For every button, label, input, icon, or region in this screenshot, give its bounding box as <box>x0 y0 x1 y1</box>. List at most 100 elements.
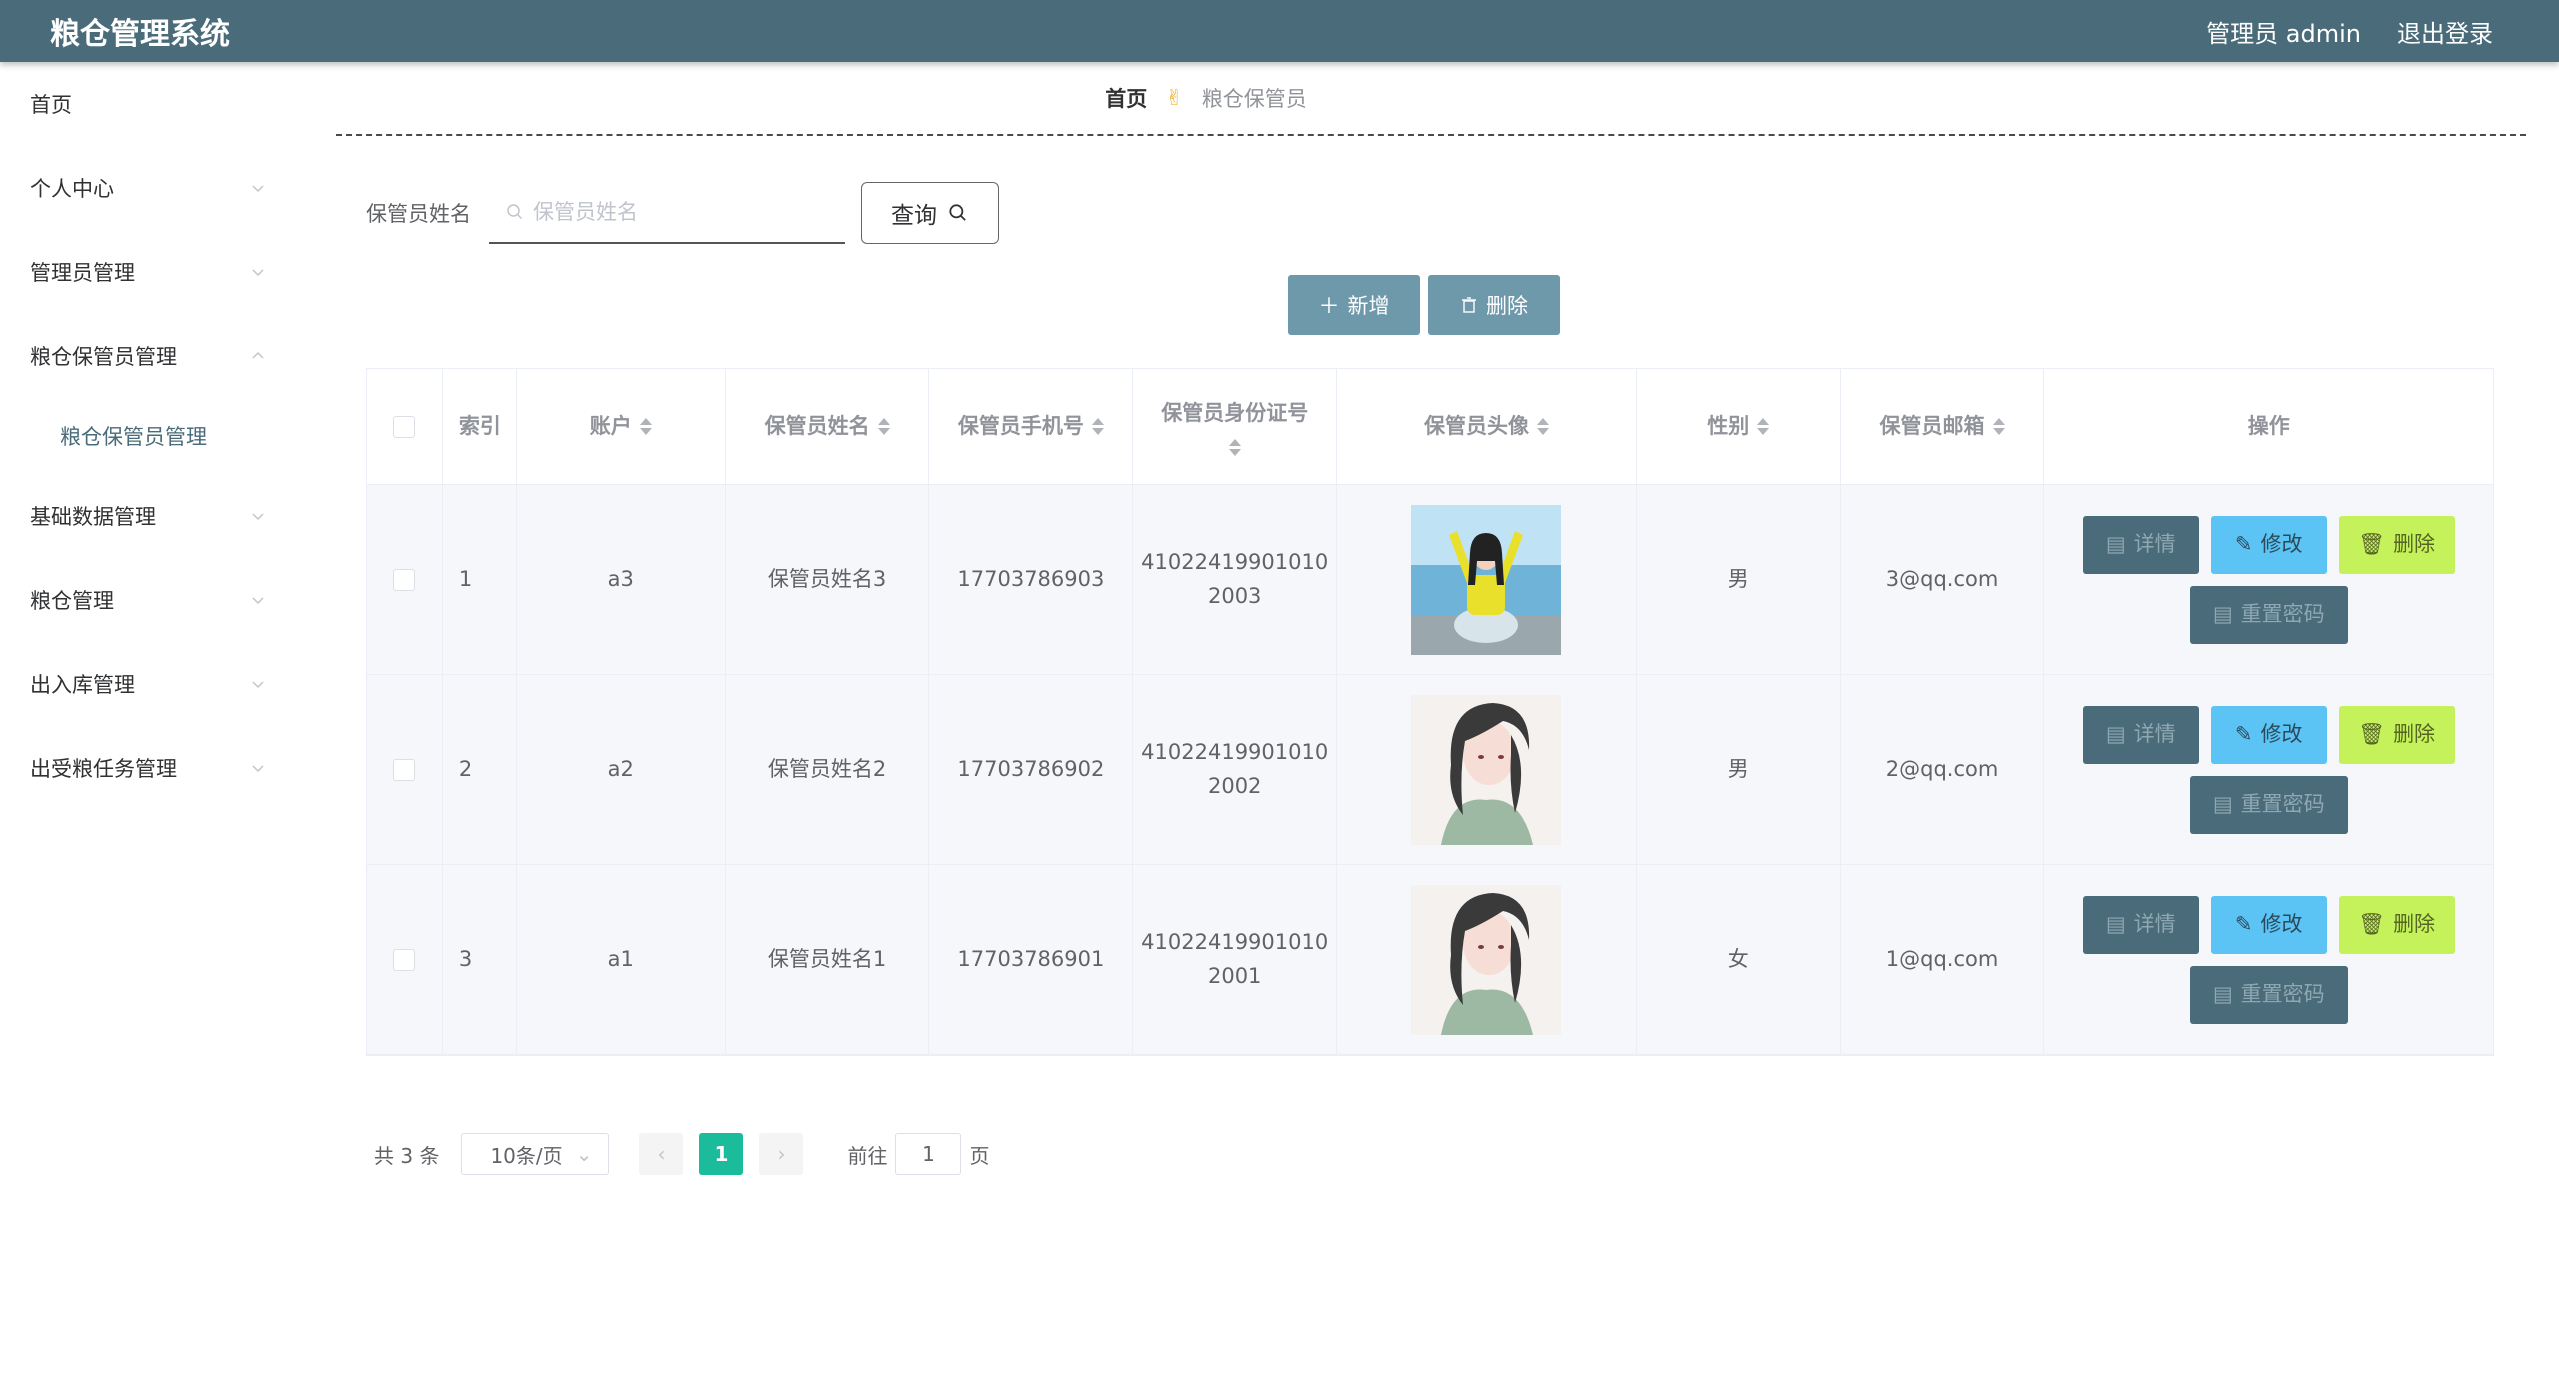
row-checkbox[interactable] <box>393 758 416 781</box>
chevron-up-icon <box>252 351 264 359</box>
avatar-image[interactable] <box>1411 884 1562 1035</box>
sidebar-item-label: 个人中心 <box>30 177 114 201</box>
header-label: 保管员姓名 <box>764 413 870 438</box>
id-line: 2001 <box>1207 963 1262 988</box>
row-checkbox[interactable] <box>393 948 416 971</box>
next-page-button[interactable]: › <box>759 1133 804 1175</box>
reset-password-button[interactable]: ▤ 重置密码 <box>2189 775 2348 834</box>
goto-label: 前往 <box>847 1143 888 1168</box>
button-label: 详情 <box>2133 531 2176 556</box>
row-checkbox-cell <box>367 485 443 674</box>
chevron-down-icon <box>252 185 264 193</box>
delete-button[interactable]: 🗑 删除 <box>2338 515 2455 574</box>
page-size-select[interactable]: 10条/页 ⌄ <box>461 1133 610 1175</box>
sort-icon[interactable] <box>1536 418 1549 435</box>
table-row: 3 a1 保管员姓名1 17703786901 41022419901010 20… <box>367 865 2493 1055</box>
sidebar-item-admin-management[interactable]: 管理员管理 <box>0 230 290 314</box>
sort-icon[interactable] <box>1992 418 2005 435</box>
detail-button[interactable]: ▤ 详情 <box>2082 895 2199 954</box>
add-button[interactable]: ＋ 新增 <box>1288 275 1420 335</box>
header-id-number[interactable]: 保管员身份证号 <box>1133 369 1338 484</box>
header-account[interactable]: 账户 <box>517 369 726 484</box>
logout-link[interactable]: 退出登录 <box>2397 14 2493 49</box>
table-row: 2 a2 保管员姓名2 17703786902 41022419901010 20… <box>367 675 2493 865</box>
sort-icon[interactable] <box>1091 418 1104 435</box>
edit-button[interactable]: ✎ 修改 <box>2210 895 2327 954</box>
sidebar-item-home[interactable]: 首页 <box>0 62 290 146</box>
goto-page-input[interactable]: 1 <box>895 1133 962 1175</box>
id-line: 41022419901010 <box>1141 549 1329 574</box>
sort-icon[interactable] <box>639 418 652 435</box>
page-suffix: 页 <box>969 1143 990 1168</box>
header-checkbox-cell <box>367 369 443 484</box>
header-phone[interactable]: 保管员手机号 <box>929 369 1134 484</box>
id-line: 2003 <box>1207 583 1262 608</box>
sidebar-item-basic-data[interactable]: 基础数据管理 <box>0 474 290 558</box>
sidebar-item-label: 出受粮任务管理 <box>30 757 177 781</box>
sidebar-item-label: 管理员管理 <box>30 261 135 285</box>
goto-page: 前往 1 页 <box>847 1133 989 1175</box>
batch-delete-button[interactable]: 删除 <box>1428 275 1560 335</box>
button-label: 删除 <box>2393 911 2436 936</box>
ops-row: ▤ 详情 ✎ 修改 🗑 删除 <box>2082 515 2455 574</box>
ops-row: ▤ 详情 ✎ 修改 🗑 删除 <box>2082 895 2455 954</box>
prev-page-button[interactable]: ‹ <box>639 1133 684 1175</box>
avatar-image[interactable] <box>1411 504 1562 655</box>
trash-icon: 🗑 <box>2358 911 2386 936</box>
cell-avatar <box>1337 865 1637 1054</box>
edit-button[interactable]: ✎ 修改 <box>2210 515 2327 574</box>
top-bar: 粮仓管理系统 管理员 admin 退出登录 <box>0 0 2559 62</box>
sort-icon[interactable] <box>1757 418 1770 435</box>
select-all-checkbox[interactable] <box>393 415 416 438</box>
header-name[interactable]: 保管员姓名 <box>726 369 930 484</box>
delete-button[interactable]: 🗑 删除 <box>2338 705 2455 764</box>
header-gender[interactable]: 性别 <box>1637 369 1841 484</box>
button-label: 详情 <box>2133 721 2176 746</box>
reset-password-button[interactable]: ▤ 重置密码 <box>2189 965 2348 1024</box>
header-operations: 操作 <box>2247 413 2290 438</box>
cell-id-number: 41022419901010 2003 <box>1133 485 1338 674</box>
search-label: 保管员姓名 <box>366 202 471 226</box>
header-label: 保管员头像 <box>1423 413 1529 438</box>
cell-index: 1 <box>443 485 517 674</box>
breadcrumb-home[interactable]: 首页 <box>1105 83 1147 113</box>
avatar-image[interactable] <box>1411 694 1562 845</box>
delete-button[interactable]: 🗑 删除 <box>2338 895 2455 954</box>
row-checkbox-cell <box>367 865 443 1054</box>
detail-button[interactable]: ▤ 详情 <box>2082 705 2199 764</box>
row-checkbox[interactable] <box>393 568 416 591</box>
sidebar-item-personal-center[interactable]: 个人中心 <box>0 146 290 230</box>
page-size-value: 10条/页 <box>490 1143 563 1168</box>
sidebar-item-label: 出入库管理 <box>30 673 135 697</box>
cell-gender: 男 <box>1637 485 1841 674</box>
trash-icon: 🗑 <box>2358 721 2386 746</box>
query-button[interactable]: 查询 <box>861 182 999 244</box>
button-label: 修改 <box>2260 721 2303 746</box>
sidebar-item-granary[interactable]: 粮仓管理 <box>0 558 290 642</box>
table-row: 1 a3 保管员姓名3 17703786903 41022419901010 20… <box>367 485 2493 675</box>
header-label: 账户 <box>589 413 632 438</box>
header-avatar[interactable]: 保管员头像 <box>1337 369 1637 484</box>
total-count: 共 3 条 <box>374 1143 440 1168</box>
pagination: 共 3 条 10条/页 ⌄ ‹ 1 › 前往 1 页 <box>374 1133 989 1175</box>
search-icon <box>949 204 966 221</box>
header-label: 保管员邮箱 <box>1879 413 1985 438</box>
chevron-down-icon <box>252 269 264 277</box>
chevron-down-icon <box>252 597 264 605</box>
sidebar-item-keeper-management[interactable]: 粮仓保管员管理 <box>0 314 290 398</box>
sort-icon[interactable] <box>1228 438 1241 456</box>
cell-id-number: 41022419901010 2001 <box>1133 865 1338 1054</box>
page-number-current[interactable]: 1 <box>699 1133 744 1175</box>
cell-email: 3@qq.com <box>1841 485 2045 674</box>
header-email[interactable]: 保管员邮箱 <box>1841 369 2045 484</box>
sidebar-item-grain-tasks[interactable]: 出受粮任务管理 <box>0 726 290 810</box>
edit-button[interactable]: ✎ 修改 <box>2210 705 2327 764</box>
reset-password-button[interactable]: ▤ 重置密码 <box>2189 585 2348 644</box>
sort-icon[interactable] <box>877 418 890 435</box>
sidebar-item-inout[interactable]: 出入库管理 <box>0 642 290 726</box>
sidebar-item-label: 粮仓管理 <box>30 589 114 613</box>
search-input[interactable] <box>533 200 833 224</box>
cell-account: a2 <box>517 675 726 864</box>
sidebar-subitem-keeper-management[interactable]: 粮仓保管员管理 <box>0 398 290 474</box>
detail-button[interactable]: ▤ 详情 <box>2082 515 2199 574</box>
